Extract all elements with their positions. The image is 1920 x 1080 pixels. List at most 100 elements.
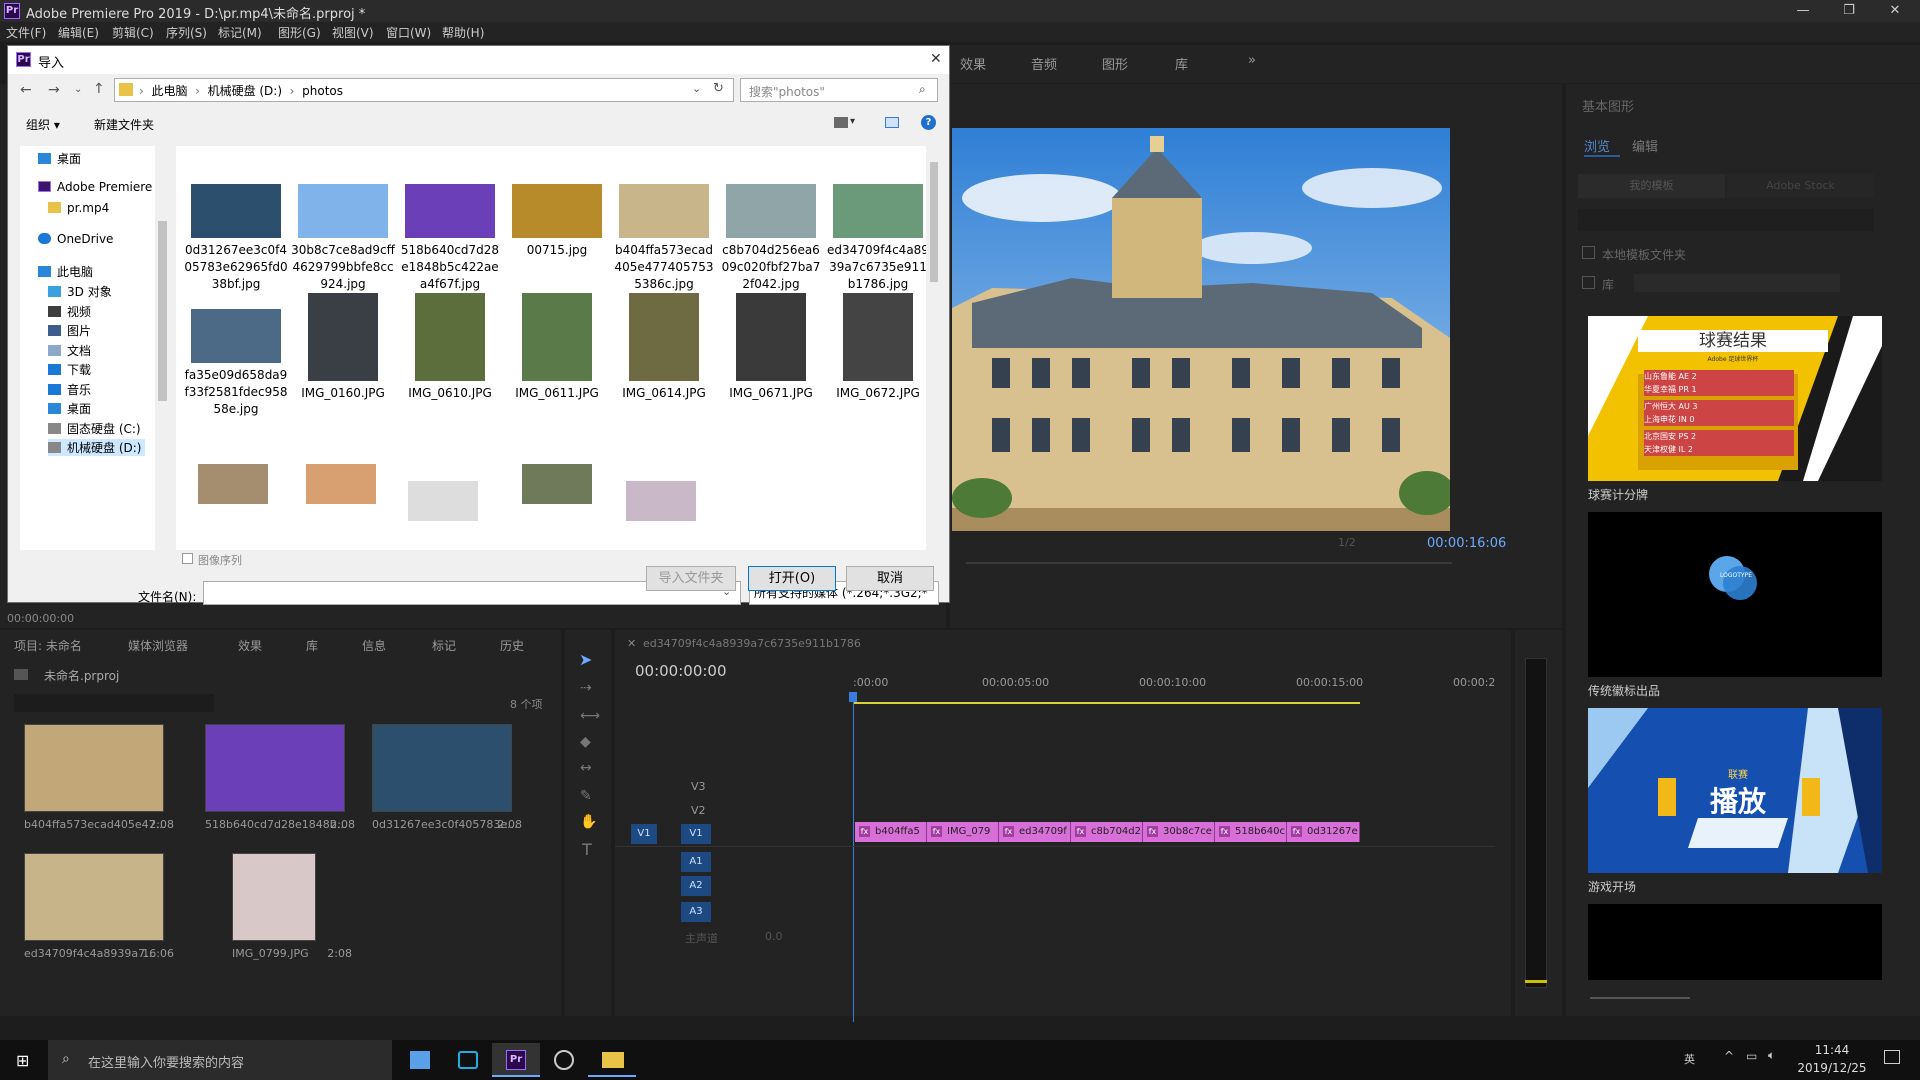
eg-tab-edit[interactable]: 编辑 xyxy=(1632,136,1658,155)
effects-tab[interactable]: 效果 xyxy=(238,637,262,654)
ripple-edit-tool-icon[interactable]: ⟷ xyxy=(580,708,600,724)
program-scrubber[interactable] xyxy=(966,562,1452,564)
markers-tab[interactable]: 标记 xyxy=(432,637,456,654)
grid-scrollbar[interactable] xyxy=(926,146,942,550)
nav-scrollbar-thumb[interactable] xyxy=(158,221,167,401)
new-folder-button[interactable]: 新建文件夹 xyxy=(94,116,154,133)
menu-file[interactable]: 文件(F) xyxy=(6,24,46,41)
eg-zoom-slider[interactable] xyxy=(1590,997,1690,999)
eg-search-input[interactable] xyxy=(1578,209,1874,231)
nav-item-adobe-premiere[interactable]: Adobe Premiere xyxy=(38,180,152,194)
master-track-value[interactable]: 0.0 xyxy=(765,930,783,943)
open-button[interactable]: 打开(O) xyxy=(748,566,836,591)
adobe-stock-button[interactable]: Adobe Stock xyxy=(1727,174,1874,198)
address-dropdown-icon[interactable]: ⌄ xyxy=(692,82,701,95)
organize-button[interactable]: 组织 ▾ xyxy=(26,116,60,133)
clip-5[interactable]: fx 30b8c7ce xyxy=(1143,822,1215,842)
file-thumbnail-partial[interactable] xyxy=(198,464,268,504)
view-options-icon[interactable] xyxy=(834,117,848,128)
chk-library[interactable] xyxy=(1582,276,1595,289)
track-select-tool-icon[interactable]: ⇢ xyxy=(580,680,592,696)
forward-arrow-icon[interactable]: → xyxy=(48,82,60,98)
zoom-select[interactable]: 1/2 xyxy=(1338,536,1368,549)
file-item[interactable]: IMG_0672.JPG xyxy=(826,293,930,402)
file-thumbnail-partial[interactable] xyxy=(306,464,376,504)
file-item[interactable]: IMG_0611.JPG xyxy=(505,293,609,402)
source-patch-v1[interactable]: V1 xyxy=(631,824,657,844)
nav-item-music[interactable]: 音乐 xyxy=(48,381,91,398)
clock-date[interactable]: 2019/12/25 xyxy=(1796,1061,1868,1075)
premiere-taskbar-icon[interactable]: Pr xyxy=(492,1043,540,1077)
file-thumbnail-partial[interactable] xyxy=(408,481,478,521)
pen-tool-icon[interactable]: ✎ xyxy=(580,788,592,804)
menu-window[interactable]: 窗口(W) xyxy=(386,24,431,41)
history-tab[interactable]: 历史 xyxy=(500,637,524,654)
file-item[interactable]: c8b704d256ea609c020fbf27ba72f042.jpg xyxy=(719,168,823,293)
menu-view[interactable]: 视图(V) xyxy=(332,24,374,41)
refresh-icon[interactable]: ↻ xyxy=(713,81,724,96)
breadcrumb-drive-d[interactable]: 机械硬盘 (D:) xyxy=(208,84,282,98)
file-item[interactable]: 00715.jpg xyxy=(505,168,609,259)
more-workspaces-icon[interactable]: » xyxy=(1248,53,1256,68)
eg-tab-browse[interactable]: 浏览 xyxy=(1584,136,1610,155)
library-dropdown[interactable] xyxy=(1634,274,1840,292)
file-item[interactable]: 30b8c7ce8ad9cff4629799bbfe8cc924.jpg xyxy=(291,168,395,293)
clip-1[interactable]: fx b404ffa5 xyxy=(855,822,927,842)
breadcrumb-photos[interactable]: photos xyxy=(302,84,343,98)
track-v2[interactable]: V2 xyxy=(691,804,706,817)
file-item[interactable]: IMG_0614.JPG xyxy=(612,293,716,402)
project-search-input[interactable] xyxy=(14,694,214,712)
bilibili-app-icon[interactable] xyxy=(444,1043,492,1077)
recent-dropdown-icon[interactable]: ⌄ xyxy=(74,84,82,95)
file-item[interactable]: IMG_0160.JPG xyxy=(291,293,395,402)
notification-icon[interactable] xyxy=(1884,1050,1900,1064)
track-v1[interactable]: V1 xyxy=(681,824,711,844)
libraries-tab[interactable]: 库 xyxy=(306,637,318,654)
track-v3[interactable]: V3 xyxy=(691,780,706,793)
nav-item-documents[interactable]: 文档 xyxy=(48,342,91,359)
file-item[interactable]: 518b640cd7d28e1848b5c422aea4f67f.jpg xyxy=(398,168,502,293)
workspace-tab-audio[interactable]: 音频 xyxy=(1031,54,1057,73)
import-folder-button[interactable]: 导入文件夹 xyxy=(646,566,736,591)
menu-graphics[interactable]: 图形(G) xyxy=(278,24,321,41)
nav-item-drive-d[interactable]: 机械硬盘 (D:) xyxy=(48,439,146,456)
nav-item-3d-objects[interactable]: 3D 对象 xyxy=(48,283,112,300)
ime-indicator[interactable]: 英 xyxy=(1684,1051,1695,1067)
tray-chevron-icon[interactable]: ^ xyxy=(1724,1049,1734,1063)
nav-item-desktop[interactable]: 桌面 xyxy=(38,150,81,167)
eg-template-game-opening[interactable]: 联赛 播放 xyxy=(1588,708,1882,873)
preview-pane-icon[interactable] xyxy=(885,117,899,128)
sequence-tab[interactable]: ed34709f4c4a8939a7c6735e911b1786 xyxy=(643,637,861,650)
track-a2[interactable]: A2 xyxy=(681,876,711,896)
work-area-bar[interactable] xyxy=(853,702,1360,704)
nav-item-videos[interactable]: 视频 xyxy=(48,303,91,320)
info-tab[interactable]: 信息 xyxy=(362,637,386,654)
steam-app-icon[interactable] xyxy=(540,1043,588,1077)
file-item[interactable]: IMG_0671.JPG xyxy=(719,293,823,402)
grid-scrollbar-thumb[interactable] xyxy=(930,162,938,282)
help-icon[interactable]: ? xyxy=(921,115,936,130)
hand-tool-icon[interactable]: ✋ xyxy=(580,814,597,830)
volume-icon[interactable]: 🔈︎ xyxy=(1768,1048,1775,1063)
nav-item-pr-mp4[interactable]: pr.mp4 xyxy=(48,201,109,215)
menu-sequence[interactable]: 序列(S) xyxy=(166,24,207,41)
windows-start-icon[interactable]: ⊞ xyxy=(16,1051,34,1070)
nav-item-pictures[interactable]: 图片 xyxy=(48,322,91,339)
clip-4[interactable]: fx c8b704d2 xyxy=(1071,822,1143,842)
nav-item-this-pc[interactable]: 此电脑 xyxy=(38,263,93,280)
selection-tool-icon[interactable]: ➤ xyxy=(579,650,592,669)
eg-template-logo[interactable]: LOGOTYPE xyxy=(1588,512,1882,677)
eg-template-scoreboard[interactable]: 球赛结果 Adobe 足球世界杯 山东鲁能 AE 2 华夏幸福 PR 1 广州恒… xyxy=(1588,316,1882,481)
track-a1[interactable]: A1 xyxy=(681,852,711,872)
my-templates-button[interactable]: 我的模板 xyxy=(1578,174,1725,198)
nav-item-desktop-2[interactable]: 桌面 xyxy=(48,400,91,417)
view-dropdown-icon[interactable]: ▾ xyxy=(850,116,855,127)
workspace-tab-libraries[interactable]: 库 xyxy=(1175,54,1188,73)
playhead[interactable] xyxy=(853,692,854,1022)
menu-help[interactable]: 帮助(H) xyxy=(442,24,484,41)
nav-item-drive-c[interactable]: 固态硬盘 (C:) xyxy=(48,420,141,437)
file-thumbnail-partial[interactable] xyxy=(626,481,696,521)
search-input[interactable]: 搜索"photos" ⌕ xyxy=(740,78,938,102)
minimize-button[interactable]: — xyxy=(1780,0,1826,22)
chk-local-templates[interactable] xyxy=(1582,246,1595,259)
